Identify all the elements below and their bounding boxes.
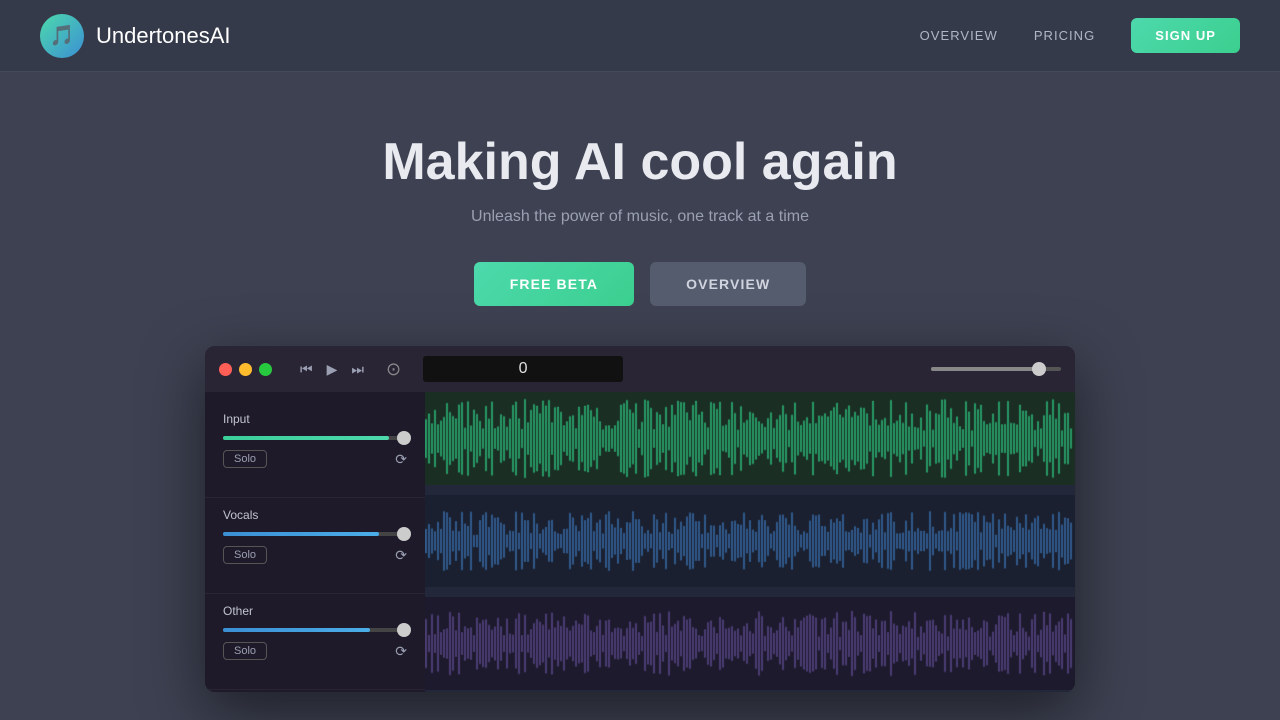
track-input-slider[interactable] — [223, 436, 407, 440]
track-input-thumb[interactable] — [397, 431, 411, 445]
track-vocals-solo[interactable]: Solo — [223, 546, 267, 564]
waveform-separator-2 — [425, 589, 1075, 597]
track-other-slider-bg — [223, 628, 407, 632]
waveform-vocals — [425, 495, 1075, 590]
logo-area: 🎵 UndertonesAI — [40, 14, 231, 58]
minimize-button[interactable] — [239, 363, 252, 376]
volume-track — [931, 367, 1061, 371]
waveform-separator-1 — [425, 487, 1075, 495]
waveform-input — [425, 392, 1075, 487]
waveforms-panel — [425, 392, 1075, 692]
track-vocals-name: Vocals — [223, 508, 407, 522]
nav-overview[interactable]: OVERVIEW — [920, 28, 998, 43]
tracks-panel: Input Solo ⟳ Vocals — [205, 392, 425, 692]
track-input-controls: Solo ⟳ — [223, 450, 407, 468]
volume-fill — [931, 367, 1035, 371]
track-input-slider-bg — [223, 436, 407, 440]
daw-titlebar: ⏮ ▶ ⏭ ⊙ 0 — [205, 346, 1075, 392]
waveform-other-canvas — [425, 597, 1075, 690]
waveform-vocals-canvas — [425, 495, 1075, 588]
traffic-lights — [219, 363, 272, 376]
hero-buttons: FREE BETA OVERVIEW — [474, 262, 807, 306]
track-other-thumb[interactable] — [397, 623, 411, 637]
track-vocals-slider-bg — [223, 532, 407, 536]
hero-title: Making AI cool again — [382, 132, 897, 192]
track-vocals-slider[interactable] — [223, 532, 407, 536]
track-vocals-settings-icon[interactable]: ⟳ — [395, 547, 407, 564]
overview-button[interactable]: OVERVIEW — [650, 262, 806, 306]
logo-icon: 🎵 — [40, 14, 84, 58]
track-other-name: Other — [223, 604, 407, 618]
waveform-other — [425, 597, 1075, 692]
volume-thumb[interactable] — [1032, 362, 1046, 376]
maximize-button[interactable] — [259, 363, 272, 376]
volume-slider[interactable] — [931, 367, 1061, 371]
timer-display: 0 — [423, 356, 623, 382]
close-button[interactable] — [219, 363, 232, 376]
hero-section: Making AI cool again Unleash the power o… — [0, 72, 1280, 346]
track-input-solo[interactable]: Solo — [223, 450, 267, 468]
rewind-button[interactable]: ⏮ — [300, 361, 313, 378]
track-input-name: Input — [223, 412, 407, 426]
daw-body: Input Solo ⟳ Vocals — [205, 392, 1075, 692]
signup-button[interactable]: SIGN UP — [1131, 18, 1240, 53]
track-other-slider[interactable] — [223, 628, 407, 632]
free-beta-button[interactable]: FREE BETA — [474, 262, 634, 306]
nav-links: OVERVIEW PRICING SIGN UP — [920, 18, 1240, 53]
track-input-fill — [223, 436, 389, 440]
track-input: Input Solo ⟳ — [205, 402, 425, 498]
waveform-input-canvas — [425, 392, 1075, 485]
logo-text: UndertonesAI — [96, 23, 231, 49]
track-vocals-controls: Solo ⟳ — [223, 546, 407, 564]
hero-subtitle: Unleash the power of music, one track at… — [471, 208, 809, 226]
track-vocals: Vocals Solo ⟳ — [205, 498, 425, 594]
header: 🎵 UndertonesAI OVERVIEW PRICING SIGN UP — [0, 0, 1280, 72]
track-other: Other Solo ⟳ — [205, 594, 425, 690]
track-other-solo[interactable]: Solo — [223, 642, 267, 660]
nav-pricing[interactable]: PRICING — [1034, 28, 1095, 43]
transport-controls: ⏮ ▶ ⏭ — [300, 361, 364, 378]
track-input-settings-icon[interactable]: ⟳ — [395, 451, 407, 468]
track-other-fill — [223, 628, 370, 632]
play-button[interactable]: ▶ — [327, 361, 338, 378]
track-other-controls: Solo ⟳ — [223, 642, 407, 660]
track-other-settings-icon[interactable]: ⟳ — [395, 643, 407, 660]
daw-window: ⏮ ▶ ⏭ ⊙ 0 Input — [205, 346, 1075, 692]
track-vocals-thumb[interactable] — [397, 527, 411, 541]
settings-icon[interactable]: ⊙ — [386, 359, 401, 380]
track-vocals-fill — [223, 532, 379, 536]
fast-forward-button[interactable]: ⏭ — [351, 361, 364, 378]
